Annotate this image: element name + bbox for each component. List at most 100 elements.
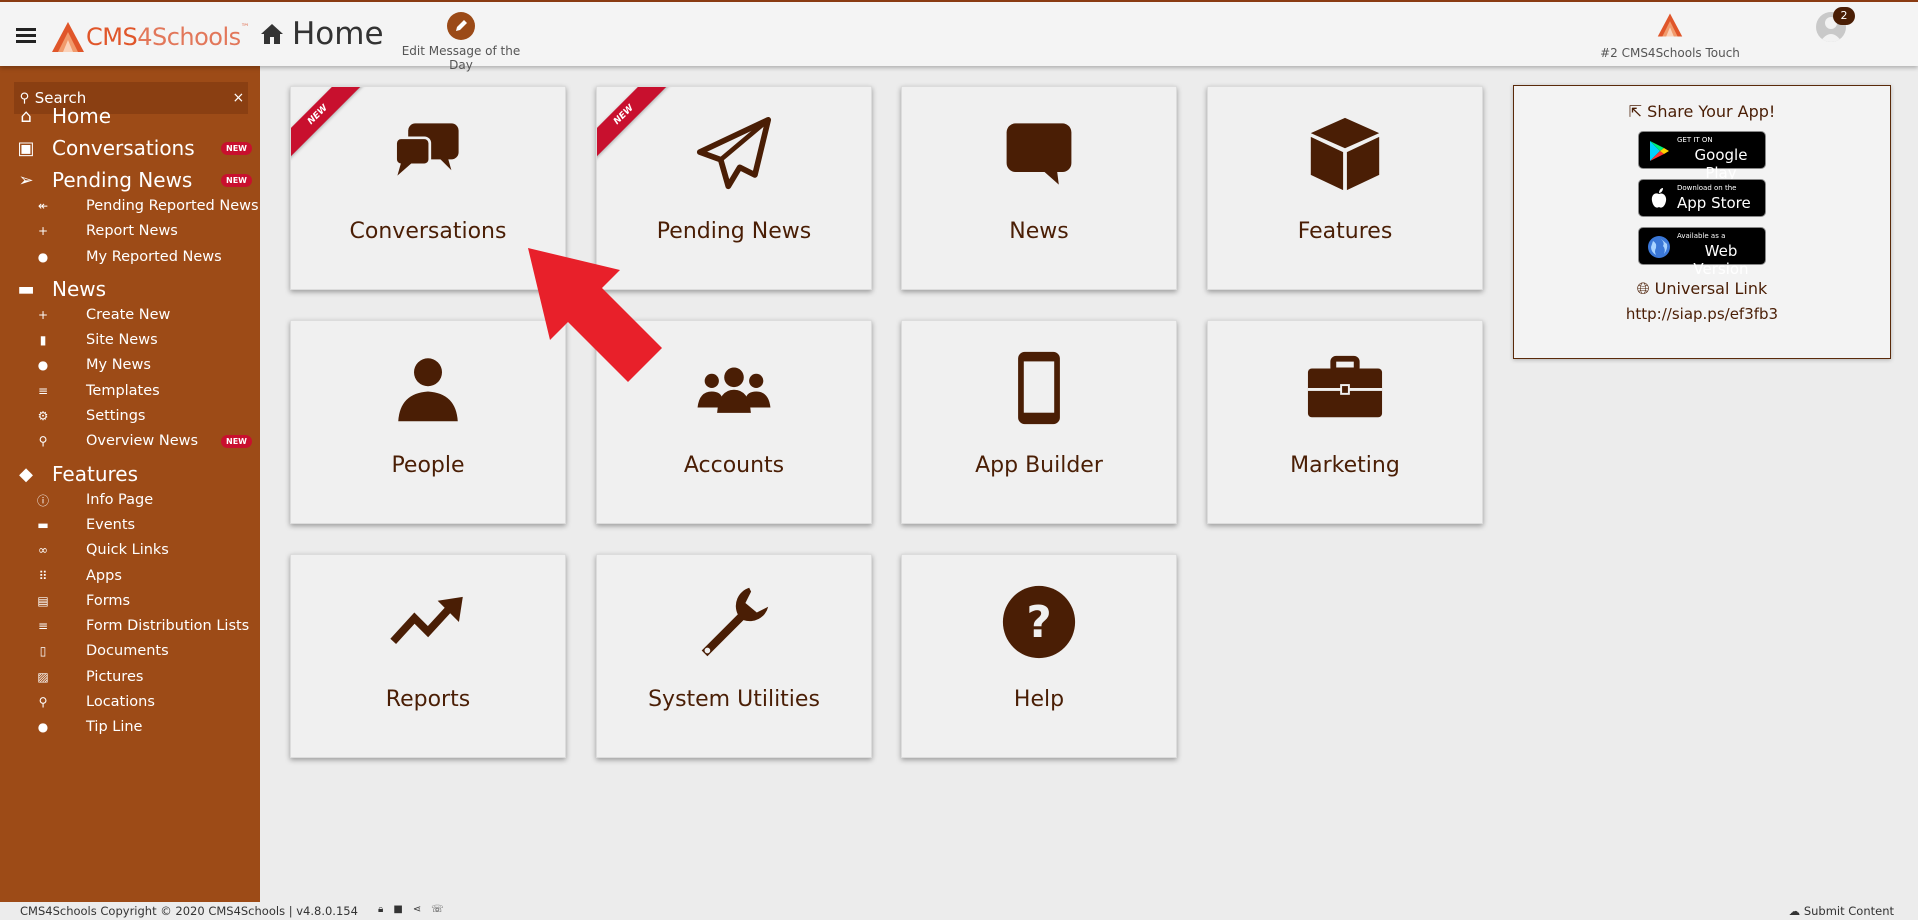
logo-cms-text: CMS xyxy=(86,23,138,51)
tile-accounts[interactable]: Accounts xyxy=(596,320,872,524)
building-icon: ▮ xyxy=(39,333,47,347)
footer: CMS4Schools Copyright © 2020 CMS4Schools… xyxy=(0,902,1918,920)
sidebar-item-label: Settings xyxy=(86,408,146,424)
comment-icon: ▬ xyxy=(17,278,35,300)
sidebar-item-report-news[interactable]: + Report News xyxy=(0,219,260,243)
tile-app-builder[interactable]: App Builder xyxy=(901,320,1177,524)
sidebar-item-quick-links[interactable]: ∞ Quick Links xyxy=(0,538,260,562)
tile-label: Help xyxy=(1013,687,1065,712)
tile-label: Conversations xyxy=(349,219,507,244)
app-store-badge[interactable]: Download on the App Store xyxy=(1638,179,1766,217)
conversations-icon: ▣ xyxy=(17,137,35,159)
sidebar-item-label: Pending Reported News xyxy=(86,198,259,214)
video-icon[interactable]: ■ xyxy=(393,904,402,915)
lock-icon[interactable]: 🔒︎ xyxy=(378,904,383,915)
sidebar: ⚲ × ⌂Home▣ConversationsNEW➢Pending NewsN… xyxy=(0,66,260,902)
sidebar-item-site-news[interactable]: ▮ Site News xyxy=(0,328,260,352)
tile-label: Reports xyxy=(385,687,471,712)
home-icon xyxy=(261,24,283,44)
footer-copyright: CMS4Schools Copyright © 2020 CMS4Schools… xyxy=(20,904,358,918)
sidebar-item-forms[interactable]: ▤ Forms xyxy=(0,589,260,613)
sidebar-item-label: Info Page xyxy=(86,492,154,508)
sidebar-item-label: Form Distribution Lists xyxy=(86,618,250,634)
new-badge: NEW xyxy=(221,434,252,448)
tile-people[interactable]: People xyxy=(290,320,566,524)
universal-link-url[interactable]: http://siap.ps/ef3fb3 xyxy=(1514,305,1890,323)
sidebar-item-news[interactable]: ▬ News xyxy=(0,274,260,304)
tile-features[interactable]: Features xyxy=(1207,86,1483,290)
tile-pending-news[interactable]: Pending News NEW xyxy=(596,86,872,290)
sidebar-item-label: My Reported News xyxy=(86,249,222,265)
sidebar-item-tip-line[interactable]: ● Tip Line xyxy=(0,715,260,739)
web-version-badge[interactable]: Available as a Web Version xyxy=(1638,227,1766,278)
sidebar-item-events[interactable]: ▬ Events xyxy=(0,513,260,537)
sidebar-item-overview-news[interactable]: ⚲ Overview News NEW xyxy=(0,429,260,453)
app-store-small-text: Download on the xyxy=(1677,184,1737,192)
hamburger-menu-icon[interactable] xyxy=(16,28,36,43)
document-icon: ▯ xyxy=(39,644,47,658)
sidebar-item-home[interactable]: ⌂ Home xyxy=(0,101,260,131)
sidebar-item-form-distribution-lists[interactable]: ≡ Form Distribution Lists xyxy=(0,614,260,638)
logo-wordmark: CMS4Schools™ xyxy=(86,23,250,51)
sidebar-item-locations[interactable]: ⚲ Locations xyxy=(0,690,260,714)
cloud-upload-icon: ☁ xyxy=(1788,904,1801,918)
tile-label: System Utilities xyxy=(648,687,820,712)
sidebar-item-conversations[interactable]: ▣ Conversations NEW xyxy=(0,133,260,163)
logo-flame-icon xyxy=(52,22,84,52)
sidebar-item-features[interactable]: ◆ Features xyxy=(0,459,260,489)
trend-up-icon xyxy=(291,583,565,661)
sidebar-item-label: Quick Links xyxy=(86,542,169,558)
edit-motd-label: Edit Message of the Day xyxy=(401,44,521,72)
share-icon[interactable]: ⋖ xyxy=(413,904,421,915)
tablet-icon xyxy=(902,349,1176,427)
calendar-icon: ▬ xyxy=(37,518,49,532)
tile-label: App Builder xyxy=(975,453,1103,478)
tile-label: People xyxy=(391,453,465,478)
sidebar-item-label: Apps xyxy=(86,568,122,584)
sidebar-item-apps[interactable]: ⠿ Apps xyxy=(0,564,260,588)
tile-news[interactable]: News xyxy=(901,86,1177,290)
tile-system-utilities[interactable]: System Utilities xyxy=(596,554,872,758)
logo-trademark: ™ xyxy=(240,23,250,33)
sidebar-item-templates[interactable]: ≡ Templates xyxy=(0,379,260,403)
edit-motd-button[interactable]: Edit Message of the Day xyxy=(396,12,526,72)
cms4schools-logo[interactable]: CMS4Schools™ xyxy=(50,20,250,54)
sidebar-item-info-page[interactable]: ⓘ Info Page xyxy=(0,488,260,512)
sidebar-item-pictures[interactable]: ▨ Pictures xyxy=(0,665,260,689)
sidebar-item-documents[interactable]: ▯ Documents xyxy=(0,639,260,663)
sidebar-item-label: Forms xyxy=(86,593,131,609)
submit-content-link[interactable]: ☁ Submit Content xyxy=(1789,904,1894,918)
sidebar-item-pending-reported-news[interactable]: ↞ Pending Reported News xyxy=(0,194,260,218)
sidebar-item-my-news[interactable]: ● My News xyxy=(0,353,260,377)
share-title-text: Share Your App! xyxy=(1647,102,1776,121)
tile-help[interactable]: ? Help xyxy=(901,554,1177,758)
sidebar-item-pending-news[interactable]: ➢ Pending News NEW xyxy=(0,165,260,195)
picture-icon: ▨ xyxy=(37,670,49,684)
plus-icon: + xyxy=(37,308,49,322)
sidebar-item-label: News xyxy=(52,277,107,301)
info-icon: ⓘ xyxy=(36,493,49,508)
phone-icon[interactable]: ☏ xyxy=(431,904,444,915)
sidebar-item-label: My News xyxy=(86,357,151,373)
google-play-small-text: GET IT ON xyxy=(1677,136,1713,144)
page-title-text: Home xyxy=(292,16,384,52)
tile-conversations[interactable]: Conversations NEW xyxy=(290,86,566,290)
link-icon: ∞ xyxy=(38,543,48,557)
cms4schools-touch-link[interactable]: #2 CMS4Schools Touch xyxy=(1590,12,1750,60)
clipboard-icon: ▤ xyxy=(37,594,49,608)
app-store-big-text: App Store xyxy=(1677,194,1751,212)
sidebar-item-my-reported-news[interactable]: ● My Reported News xyxy=(0,245,260,269)
home-icon: ⌂ xyxy=(20,105,32,127)
sidebar-item-create-new[interactable]: + Create New xyxy=(0,303,260,327)
sidebar-item-settings[interactable]: ⚙ Settings xyxy=(0,404,260,428)
logo-4schools-text: 4Schools xyxy=(137,23,241,51)
comment-icon xyxy=(902,115,1176,193)
tile-label: Marketing xyxy=(1290,453,1400,478)
tile-marketing[interactable]: Marketing xyxy=(1207,320,1483,524)
share-app-panel: ⇱ Share Your App! GET IT ON Google Play … xyxy=(1513,85,1891,359)
tile-reports[interactable]: Reports xyxy=(290,554,566,758)
new-badge: NEW xyxy=(221,141,252,155)
google-play-badge[interactable]: GET IT ON Google Play xyxy=(1638,131,1766,182)
pencil-icon xyxy=(447,12,475,40)
external-link-icon: ⇱ xyxy=(1628,102,1643,121)
